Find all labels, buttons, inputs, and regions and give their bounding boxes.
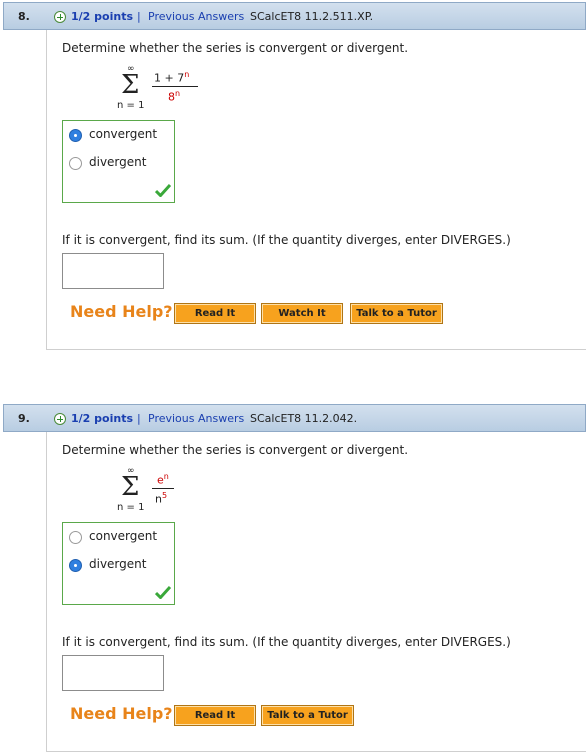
question-header: 8. 1/2 points | Previous Answers SCalcET… (3, 2, 586, 30)
choice-divergent[interactable]: divergent (69, 557, 169, 575)
question-number: 9. (18, 412, 30, 425)
numerator-exponent: n (184, 70, 190, 79)
choice-convergent[interactable]: convergent (69, 127, 169, 145)
question-code: SCalcET8 11.2.042. (250, 412, 358, 425)
read-it-button[interactable]: Read It (174, 705, 256, 726)
question-prompt: Determine whether the series is converge… (62, 41, 409, 55)
question-header: 9. 1/2 points | Previous Answers SCalcET… (3, 404, 586, 432)
talk-to-tutor-button[interactable]: Talk to a Tutor (350, 303, 443, 324)
sigma-symbol: Σ (121, 70, 140, 100)
series-lower-limit: n = 1 (117, 100, 145, 111)
choice-divergent[interactable]: divergent (69, 155, 169, 173)
correct-check-icon (155, 585, 171, 599)
question-prompt: Determine whether the series is converge… (62, 443, 409, 457)
choice-box: convergent divergent (62, 522, 175, 605)
sum-prompt: If it is convergent, find its sum. (If t… (62, 635, 511, 649)
sigma-symbol: Σ (121, 472, 140, 502)
radio-convergent[interactable] (69, 129, 82, 142)
points-link[interactable]: 1/2 points (71, 412, 133, 425)
question-code: SCalcET8 11.2.511.XP. (250, 10, 374, 23)
previous-answers-link[interactable]: Previous Answers (148, 10, 244, 23)
fraction-bar (152, 86, 198, 87)
fraction-numerator: 1 + 7n (154, 70, 189, 85)
fraction-numerator: en (157, 472, 169, 487)
fraction-denominator: 8n (168, 89, 180, 104)
expand-plus-icon[interactable] (54, 11, 66, 23)
question-number: 8. (18, 10, 30, 23)
choice-convergent[interactable]: convergent (69, 529, 169, 547)
sum-answer-input[interactable] (62, 655, 164, 691)
separator: | (137, 10, 141, 23)
radio-divergent[interactable] (69, 157, 82, 170)
numerator-base: e (157, 473, 164, 487)
question-body: Determine whether the series is converge… (46, 30, 586, 350)
correct-check-icon (155, 183, 171, 197)
sum-answer-input[interactable] (62, 253, 164, 289)
numerator-base: 1 + 7 (154, 71, 185, 85)
question-8: 8. 1/2 points | Previous Answers SCalcET… (0, 2, 586, 352)
talk-to-tutor-button[interactable]: Talk to a Tutor (261, 705, 354, 726)
choice-box: convergent divergent (62, 120, 175, 203)
separator: | (137, 412, 141, 425)
series-lower-limit: n = 1 (117, 502, 145, 513)
previous-answers-link[interactable]: Previous Answers (148, 412, 244, 425)
radio-divergent[interactable] (69, 559, 82, 572)
choice-label: convergent (89, 529, 158, 543)
denominator-exponent: 5 (161, 491, 168, 500)
choice-label: convergent (89, 127, 158, 141)
radio-convergent[interactable] (69, 531, 82, 544)
watch-it-button[interactable]: Watch It (261, 303, 343, 324)
choice-label: divergent (89, 557, 147, 571)
expand-plus-icon[interactable] (54, 413, 66, 425)
read-it-button[interactable]: Read It (174, 303, 256, 324)
points-link[interactable]: 1/2 points (71, 10, 133, 23)
denominator-base: n (155, 492, 162, 506)
numerator-exponent: n (163, 472, 169, 481)
need-help-label: Need Help? (70, 302, 173, 321)
fraction-bar (152, 488, 174, 489)
denominator-exponent: n (175, 89, 181, 98)
question-9: 9. 1/2 points | Previous Answers SCalcET… (0, 404, 586, 756)
need-help-label: Need Help? (70, 704, 173, 723)
fraction-denominator: n5 (155, 491, 167, 506)
question-body: Determine whether the series is converge… (46, 432, 586, 752)
denominator-base: 8 (168, 90, 175, 104)
choice-label: divergent (89, 155, 147, 169)
sum-prompt: If it is convergent, find its sum. (If t… (62, 233, 511, 247)
